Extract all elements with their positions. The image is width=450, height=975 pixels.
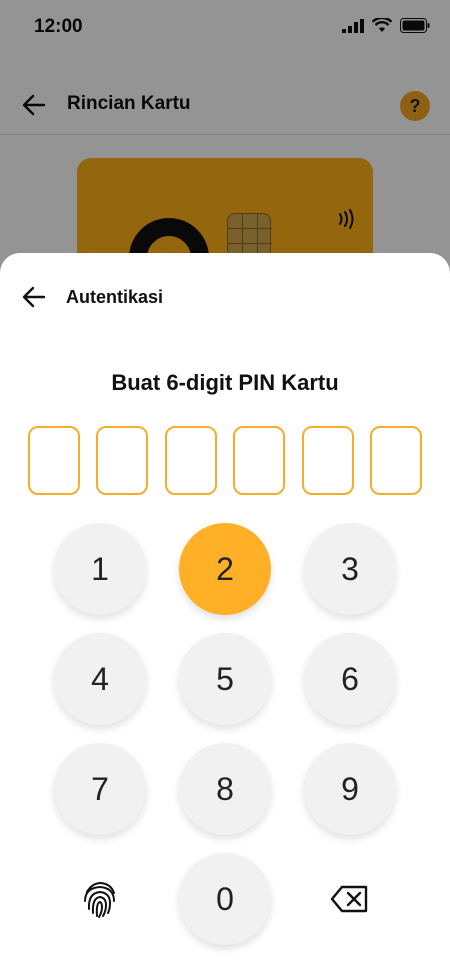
key-5[interactable]: 5	[179, 633, 271, 725]
authentication-sheet: Autentikasi Buat 6-digit PIN Kartu 1 2 3…	[0, 253, 450, 975]
key-1[interactable]: 1	[54, 523, 146, 615]
key-6[interactable]: 6	[304, 633, 396, 725]
key-4[interactable]: 4	[54, 633, 146, 725]
key-3[interactable]: 3	[304, 523, 396, 615]
key-7[interactable]: 7	[54, 743, 146, 835]
key-9[interactable]: 9	[304, 743, 396, 835]
backspace-icon	[330, 885, 368, 913]
numeric-keypad: 1 2 3 4 5 6 7 8 9 0	[0, 253, 450, 975]
fingerprint-button[interactable]	[54, 853, 146, 945]
key-8[interactable]: 8	[179, 743, 271, 835]
backspace-button[interactable]	[304, 853, 396, 945]
key-2[interactable]: 2	[179, 523, 271, 615]
key-0[interactable]: 0	[179, 853, 271, 945]
fingerprint-icon	[84, 881, 115, 918]
